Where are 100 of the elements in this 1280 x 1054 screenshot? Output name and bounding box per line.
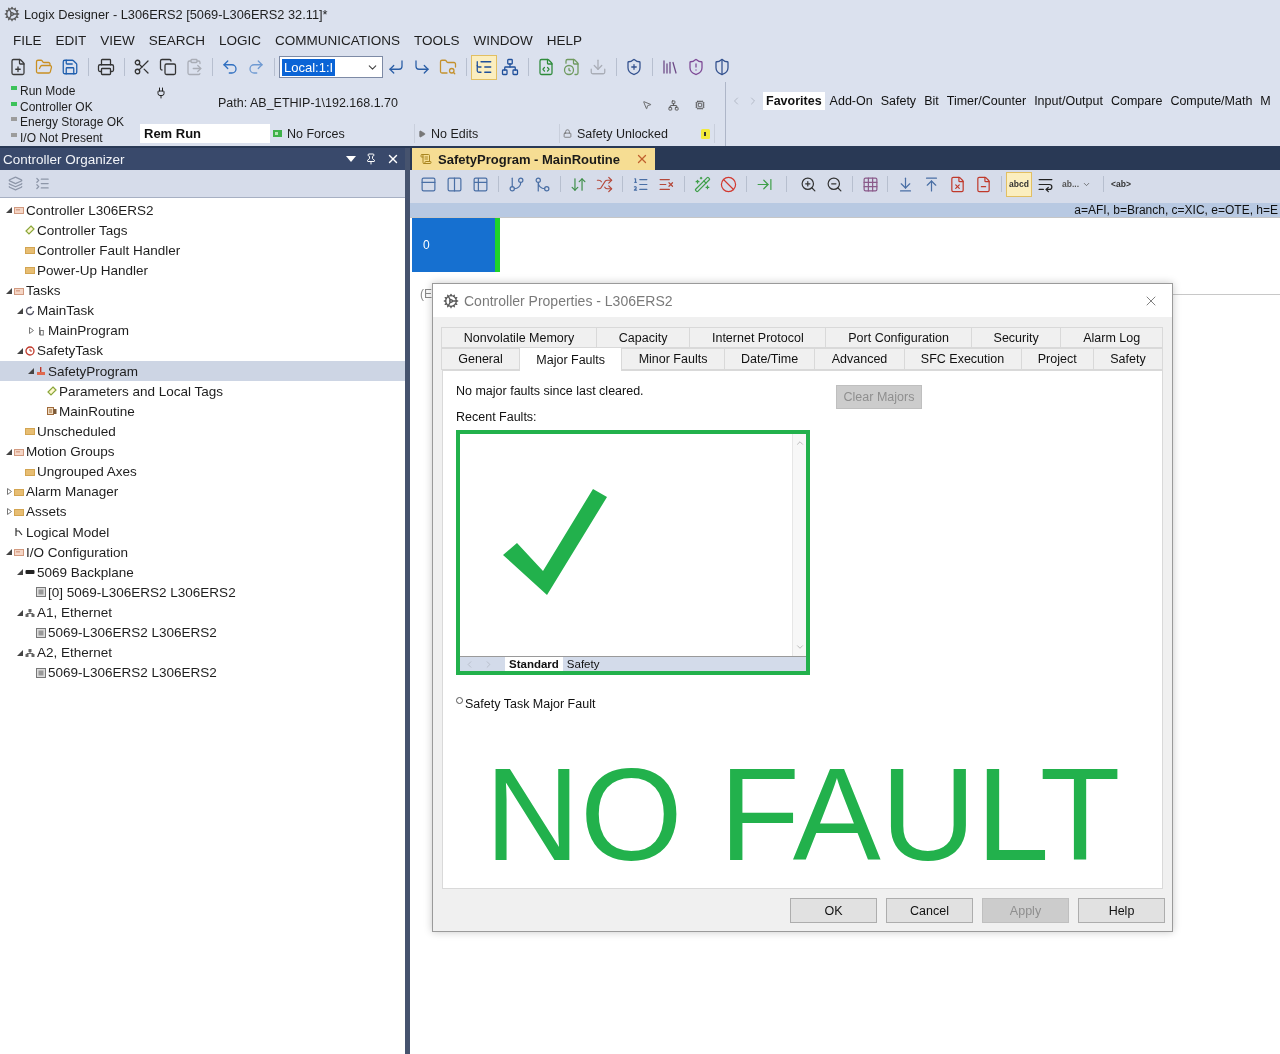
palette-tab[interactable]: Safety [877, 92, 920, 110]
tree-item[interactable]: Alarm Manager [4, 481, 125, 502]
tree-item[interactable]: Logical Model [4, 522, 116, 543]
expanded-arrow-icon[interactable] [17, 649, 23, 656]
rung-number-cell: 0 [412, 218, 495, 272]
dialog-tab[interactable]: Major Faults [519, 347, 623, 371]
tree-item[interactable]: I/O Configuration [4, 542, 135, 563]
pointer-icon[interactable] [642, 100, 652, 110]
folder-icon [25, 426, 35, 437]
expanded-arrow-icon[interactable] [6, 207, 12, 214]
folder-icon [14, 486, 24, 497]
controller-dropdown[interactable]: Local:1:I [279, 56, 383, 78]
block-icon [273, 129, 282, 138]
tree-item[interactable]: Ungrouped Axes [15, 461, 143, 482]
tree-item[interactable]: Motion Groups [4, 441, 121, 462]
palette-tab[interactable]: Input/Output [1031, 92, 1106, 110]
expanded-arrow-icon[interactable] [6, 287, 12, 294]
dialog-tab[interactable]: Advanced [814, 348, 905, 370]
sheet-tab[interactable]: Safety [562, 657, 604, 671]
dialog-tab[interactable]: Port Configuration [825, 327, 972, 348]
program-icon [36, 325, 46, 336]
expanded-arrow-icon[interactable] [6, 549, 12, 556]
tree-item[interactable]: Controller Fault Handler [15, 240, 187, 261]
expanded-arrow-icon[interactable] [17, 569, 23, 576]
dialog-tab[interactable]: Nonvolatile Memory [441, 327, 597, 348]
text-format-button[interactable]: abcd [1006, 171, 1032, 197]
palette-tab[interactable]: Compare [1107, 92, 1166, 110]
dialog-tab[interactable]: Security [970, 327, 1062, 348]
tree-item[interactable]: Unscheduled [15, 421, 122, 442]
tree-item[interactable]: Controller L306ERS2 [4, 200, 160, 221]
tree-item[interactable]: [0] 5069-L306ERS2 L306ERS2 [26, 582, 242, 603]
expanded-arrow-icon[interactable] [6, 448, 12, 455]
expanded-arrow-icon[interactable] [17, 609, 23, 616]
palette-tab[interactable]: Favorites [763, 92, 825, 110]
dialog-button[interactable]: Help [1078, 898, 1165, 923]
pin-icon[interactable] [365, 153, 377, 165]
dropdown-icon[interactable] [346, 156, 356, 162]
dialog-button[interactable]: Cancel [886, 898, 973, 923]
text-format-menu[interactable]: ab... [1058, 171, 1098, 197]
tree-item[interactable]: Power-Up Handler [15, 260, 155, 281]
collapsed-arrow-icon[interactable] [6, 508, 12, 516]
palette-tab[interactable]: Add-On [826, 92, 876, 110]
palette-tab[interactable]: Bit [921, 92, 942, 110]
tree-item[interactable]: 5069-L306ERS2 L306ERS2 [26, 662, 223, 683]
controller-icon [14, 547, 24, 558]
layers-icon[interactable] [8, 176, 23, 191]
network-icon[interactable] [668, 99, 679, 111]
sheet-tab[interactable]: Standard [505, 657, 563, 671]
tree-item[interactable]: Tasks [4, 280, 67, 301]
menu-item[interactable]: SEARCH [141, 32, 213, 48]
recent-faults-label: Recent Faults: [456, 410, 537, 424]
collapsed-arrow-icon[interactable] [6, 488, 12, 496]
dialog-tab[interactable]: SFC Execution [903, 348, 1022, 370]
tree-item[interactable]: A2, Ethernet [15, 642, 119, 663]
cycle-icon [25, 305, 35, 316]
folder-icon [25, 265, 35, 276]
tree-item[interactable]: MainRoutine [37, 401, 141, 422]
palette-tab[interactable]: M [1257, 92, 1274, 110]
text-format-button[interactable]: <ab> [1108, 171, 1134, 197]
dialog-tab[interactable]: Date/Time [723, 348, 816, 370]
editor-tab[interactable]: SafetyProgram - MainRoutine [412, 148, 655, 170]
plug-icon [155, 87, 167, 99]
dialog-tab[interactable]: Alarm Log [1060, 327, 1163, 348]
tree-item[interactable]: SafetyTask [15, 340, 110, 361]
collapsed-arrow-icon[interactable] [28, 327, 34, 335]
dialog-tab[interactable]: Internet Protocol [689, 327, 827, 348]
expanded-arrow-icon[interactable] [28, 368, 34, 375]
menu-item[interactable]: TOOLS [407, 32, 467, 48]
chip-icon[interactable] [695, 100, 705, 110]
model-icon [14, 527, 24, 538]
dialog-tab[interactable]: Project [1020, 348, 1094, 370]
tree-item[interactable]: MainTask [15, 300, 101, 321]
tree-item[interactable]: Controller Tags [15, 220, 134, 241]
tree-item[interactable]: A1, Ethernet [15, 602, 119, 623]
close-icon[interactable] [386, 152, 400, 166]
dialog-tab[interactable]: General [441, 348, 521, 370]
menu-item[interactable]: LOGIC [212, 32, 269, 48]
tree-item[interactable]: 5069-L306ERS2 L306ERS2 [26, 622, 223, 643]
menu-item[interactable]: HELP [539, 32, 590, 48]
tree-item[interactable]: MainProgram [26, 320, 136, 341]
tree-item[interactable]: SafetyProgram [0, 361, 405, 382]
dialog-tab[interactable]: Safety [1092, 348, 1163, 370]
controller-icon [14, 285, 24, 296]
tree-item[interactable]: Assets [4, 501, 73, 522]
menu-item[interactable]: EDIT [48, 32, 94, 48]
list-icon[interactable] [35, 176, 50, 191]
menu-item[interactable]: VIEW [93, 32, 142, 48]
dialog-tab[interactable]: Minor Faults [621, 348, 725, 370]
dialog-button[interactable]: OK [790, 898, 877, 923]
menu-item[interactable]: FILE [6, 32, 49, 48]
menu-item[interactable]: COMMUNICATIONS [268, 32, 408, 48]
status-text: No Edits [431, 126, 479, 141]
tree-item[interactable]: Parameters and Local Tags [37, 381, 230, 402]
expanded-arrow-icon[interactable] [17, 347, 23, 354]
menu-item[interactable]: WINDOW [466, 32, 540, 48]
tree-item[interactable]: 5069 Backplane [15, 562, 140, 583]
expanded-arrow-icon[interactable] [17, 307, 23, 314]
palette-tab[interactable]: Compute/Math [1167, 92, 1256, 110]
palette-tab[interactable]: Timer/Counter [943, 92, 1030, 110]
dialog-tab[interactable]: Capacity [596, 327, 691, 348]
